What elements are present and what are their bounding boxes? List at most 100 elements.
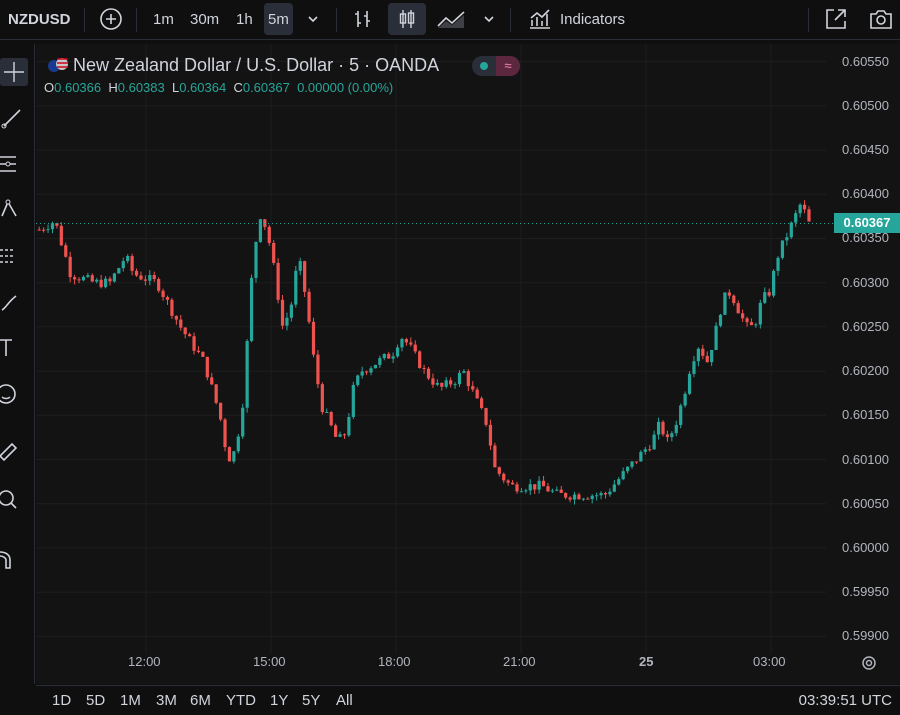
brush-icon[interactable] [0,288,28,316]
candle-body [488,424,493,446]
wave-icon: ≈ [496,56,520,76]
candle-body [90,275,94,282]
candle-body [524,490,528,492]
candle-body [643,449,647,452]
candle-body [687,373,692,394]
range-ytd[interactable]: YTD [226,692,256,709]
settings-icon[interactable] [860,654,878,672]
candle-body [510,482,515,485]
candle-body [373,364,378,369]
open-label: O [44,80,55,95]
range-all[interactable]: All [336,692,353,709]
range-1d[interactable]: 1D [52,692,71,709]
grid [36,44,826,654]
candle-body [785,237,789,241]
fib-retracement-icon[interactable] [0,150,28,178]
candle-body [272,242,276,263]
candle-body [763,292,767,303]
candle-body [466,371,470,387]
candle-body [214,384,218,403]
candle-body [334,425,338,437]
compare-add-icon[interactable] [98,0,124,38]
chart-pane[interactable]: New Zealand Dollar / U.S. Dollar · 5 · O… [36,44,900,684]
candle-body [289,304,293,318]
change-value: 0.00000 (0.00%) [297,80,394,95]
candle-body [241,407,245,437]
trendline-icon[interactable] [0,104,28,132]
range-6m[interactable]: 6M [190,692,211,709]
candle-body [515,484,519,492]
candle-body [710,349,714,363]
candle-body [679,405,683,425]
candle-body [595,495,599,497]
market-status-badge[interactable]: ≈ [472,56,520,76]
chevron-down-icon[interactable] [306,0,320,38]
interval-5m[interactable]: 5m [264,3,293,35]
pattern-icon[interactable] [0,196,28,224]
range-5d[interactable]: 5D [86,692,105,709]
chevron-down-icon[interactable] [482,0,496,38]
candle-body [196,350,201,353]
last-price-tag: 0.60367 [834,213,900,234]
magnet-icon[interactable] [0,544,28,572]
candle-body [201,352,205,357]
candle-body [665,434,670,438]
price-tick-label: 0.60400 [842,186,889,202]
forecast-icon[interactable] [0,242,28,270]
emoji-icon[interactable] [0,380,28,408]
candle-body [99,279,103,288]
candle-body [161,290,165,298]
interval-1h[interactable]: 1h [236,0,253,38]
candle-body [81,276,86,281]
candle-body [555,489,559,491]
candle-body [794,213,798,223]
price-chart[interactable] [36,44,900,684]
divider [336,8,337,32]
candle-body [683,393,687,406]
time-tick-label: 21:00 [503,654,536,669]
candle-body [431,378,435,385]
fullscreen-icon[interactable] [824,0,848,38]
open-value: 0.60366 [54,80,102,95]
range-1m[interactable]: 1M [120,692,141,709]
candle-body [493,445,497,468]
area-style-icon[interactable] [436,0,466,38]
price-tick-label: 0.60150 [842,407,889,423]
crosshair-icon[interactable] [0,58,28,86]
candle-body [325,412,329,414]
candle-body [395,347,400,357]
candle-body [210,377,214,385]
symbol-title[interactable]: New Zealand Dollar / U.S. Dollar · 5 · O… [73,55,439,75]
candle-body [630,461,634,467]
indicators-button[interactable]: Indicators [528,0,625,38]
camera-icon[interactable] [868,0,894,38]
bars-style-icon[interactable] [352,0,374,38]
range-5y[interactable]: 5Y [302,692,320,709]
candle-body [670,433,674,438]
range-1y[interactable]: 1Y [270,692,288,709]
candle-body [422,368,426,370]
zoom-icon[interactable] [0,486,28,514]
candle-body [559,489,563,493]
candle-body [798,204,802,214]
range-3m[interactable]: 3M [156,692,177,709]
legend-title: New Zealand Dollar / U.S. Dollar · 5 · O… [73,55,439,76]
symbol-search[interactable]: NZDUSD [8,0,71,38]
candle-body [258,219,263,242]
candle-body [426,368,431,379]
candle-body [634,461,639,463]
candle-body [387,353,391,359]
candle-body [692,361,696,374]
candle-body [152,275,156,280]
candle-body [802,204,807,210]
candle-body [767,292,771,296]
interval-1m[interactable]: 1m [153,0,174,38]
high-label: H [108,80,118,95]
candle-body [249,277,254,341]
candle-body [537,480,541,490]
interval-30m[interactable]: 30m [190,0,219,38]
candles-style-icon[interactable] [388,3,426,35]
ruler-icon[interactable] [0,436,28,464]
candle-body [705,355,709,363]
text-icon[interactable] [0,334,28,362]
